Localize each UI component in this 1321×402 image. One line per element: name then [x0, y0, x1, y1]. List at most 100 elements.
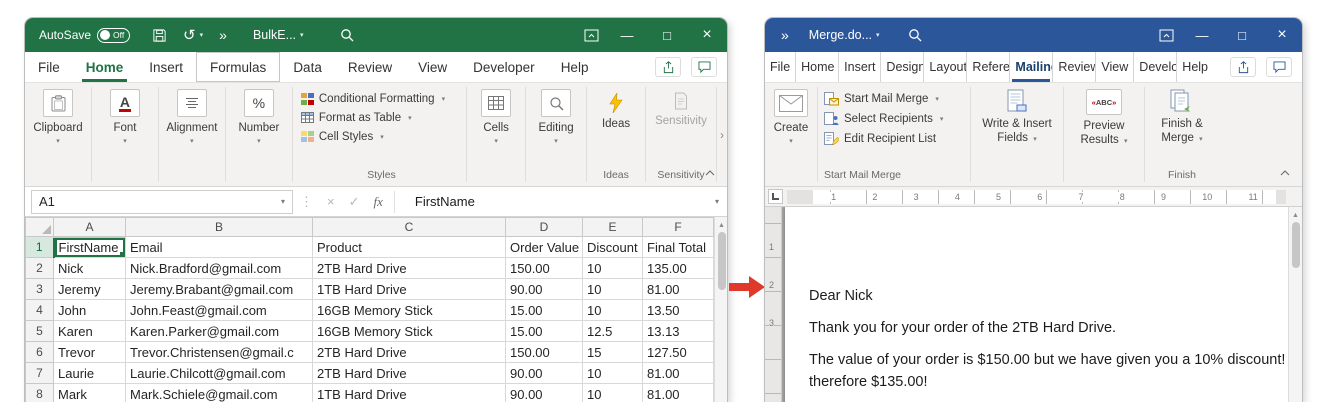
tab-review[interactable]: Review — [1052, 52, 1095, 82]
cell[interactable]: Karen — [54, 321, 126, 342]
tab-insert[interactable]: Insert — [136, 52, 196, 82]
row-header-2[interactable]: 2 — [26, 258, 54, 279]
cell[interactable]: 1TB Hard Drive — [313, 384, 506, 402]
cell[interactable]: Mark.Schiele@gmail.com — [126, 384, 313, 402]
ribbon-overflow-button[interactable]: › — [717, 128, 727, 142]
tab-developer[interactable]: Developer — [460, 52, 548, 82]
cell[interactable]: Jeremy.Brabant@gmail.com — [126, 279, 313, 300]
tab-insert[interactable]: Insert — [838, 52, 880, 82]
finish-merge-button[interactable]: Finish & Merge ▾ — [1149, 89, 1215, 146]
quick-access-more-button[interactable]: » — [211, 18, 235, 52]
cell[interactable]: 81.00 — [643, 384, 714, 402]
cell[interactable]: Karen.Parker@gmail.com — [126, 321, 313, 342]
row-header-7[interactable]: 7 — [26, 363, 54, 384]
cell[interactable]: 10 — [583, 300, 643, 321]
cell[interactable]: 90.00 — [506, 384, 583, 402]
tab-design[interactable]: Design — [880, 52, 923, 82]
cell[interactable]: Laurie — [54, 363, 126, 384]
tab-help[interactable]: Help — [1176, 52, 1213, 82]
cell[interactable]: Trevor — [54, 342, 126, 363]
cell[interactable]: 127.50 — [643, 342, 714, 363]
cell[interactable]: Mark — [54, 384, 126, 402]
collapse-ribbon-button[interactable] — [701, 166, 719, 180]
tab-stop-selector-button[interactable] — [768, 189, 783, 204]
cell[interactable]: 10 — [583, 279, 643, 300]
horizontal-ruler[interactable]: 1 2 3 4 5 6 7 8 9 10 11 — [765, 187, 1302, 207]
maximize-button[interactable]: □ — [647, 18, 687, 52]
cell[interactable]: 150.00 — [506, 258, 583, 279]
cell-d1[interactable]: Order Value — [506, 237, 583, 258]
scrollbar-thumb[interactable] — [718, 232, 726, 290]
tab-review[interactable]: Review — [335, 52, 405, 82]
create-button[interactable]: Create ▾ — [767, 89, 815, 145]
ribbon-display-options-button[interactable] — [576, 18, 607, 52]
cell[interactable]: 1TB Hard Drive — [313, 279, 506, 300]
cell[interactable]: John — [54, 300, 126, 321]
quick-access-more-button[interactable]: » — [773, 18, 797, 52]
select-all-button[interactable] — [26, 218, 54, 237]
cell[interactable]: 13.13 — [643, 321, 714, 342]
tab-view[interactable]: View — [1095, 52, 1133, 82]
conditional-formatting-button[interactable]: Conditional Formatting ▾ — [301, 89, 445, 108]
cell[interactable]: Laurie.Chilcott@gmail.com — [126, 363, 313, 384]
ribbon-display-options-button[interactable] — [1151, 18, 1182, 52]
column-header-d[interactable]: D — [506, 218, 583, 237]
maximize-button[interactable]: □ — [1222, 18, 1262, 52]
document-title[interactable]: Merge.do... ▾ — [809, 28, 880, 42]
tab-file[interactable]: File — [765, 52, 795, 82]
cell[interactable]: 90.00 — [506, 363, 583, 384]
cells-button[interactable]: Cells ▾ — [471, 89, 521, 145]
write-insert-fields-button[interactable]: Write & Insert Fields ▾ — [975, 89, 1059, 146]
tab-formulas[interactable]: Formulas — [196, 52, 280, 82]
cell[interactable]: 16GB Memory Stick — [313, 300, 506, 321]
close-button[interactable]: × — [687, 18, 727, 52]
share-button[interactable] — [1230, 57, 1256, 77]
tab-references[interactable]: References — [966, 52, 1009, 82]
cell[interactable]: Nick — [54, 258, 126, 279]
cell[interactable]: 81.00 — [643, 279, 714, 300]
row-header-6[interactable]: 6 — [26, 342, 54, 363]
cell[interactable]: 15 — [583, 342, 643, 363]
row-header-3[interactable]: 3 — [26, 279, 54, 300]
minimize-button[interactable]: — — [1182, 18, 1222, 52]
format-as-table-button[interactable]: Format as Table ▾ — [301, 108, 412, 127]
cancel-entry-button[interactable]: × — [320, 194, 342, 209]
tab-data[interactable]: Data — [280, 52, 335, 82]
minimize-button[interactable]: — — [607, 18, 647, 52]
name-box[interactable]: A1 ▾ — [31, 190, 293, 214]
cell[interactable]: 135.00 — [643, 258, 714, 279]
cell[interactable]: 10 — [583, 258, 643, 279]
ideas-button[interactable]: Ideas — [589, 89, 643, 130]
cell[interactable]: Jeremy — [54, 279, 126, 300]
cell-c1[interactable]: Product — [313, 237, 506, 258]
autosave-toggle[interactable]: AutoSave Off — [39, 28, 130, 43]
tab-home[interactable]: Home — [73, 52, 137, 82]
tab-layout[interactable]: Layout — [923, 52, 966, 82]
cell[interactable]: 2TB Hard Drive — [313, 363, 506, 384]
cell-e1[interactable]: Discount — [583, 237, 643, 258]
row-header-8[interactable]: 8 — [26, 384, 54, 402]
column-header-c[interactable]: C — [313, 218, 506, 237]
insert-function-button[interactable]: fx — [367, 194, 390, 210]
column-header-f[interactable]: F — [643, 218, 714, 237]
cell[interactable]: 90.00 — [506, 279, 583, 300]
start-mail-merge-button[interactable]: Start Mail Merge ▾ — [824, 89, 939, 109]
search-button[interactable] — [900, 18, 930, 52]
column-header-e[interactable]: E — [583, 218, 643, 237]
cell[interactable]: John.Feast@gmail.com — [126, 300, 313, 321]
row-header-5[interactable]: 5 — [26, 321, 54, 342]
comments-button[interactable] — [1266, 57, 1292, 77]
cell[interactable]: 2TB Hard Drive — [313, 258, 506, 279]
font-button[interactable]: A Font ▾ — [96, 89, 154, 145]
word-vertical-scrollbar[interactable]: ▲ — [1288, 207, 1302, 402]
tab-view[interactable]: View — [405, 52, 460, 82]
row-header-4[interactable]: 4 — [26, 300, 54, 321]
cell[interactable]: 150.00 — [506, 342, 583, 363]
column-header-b[interactable]: B — [126, 218, 313, 237]
cell[interactable]: 81.00 — [643, 363, 714, 384]
select-recipients-button[interactable]: Select Recipients ▾ — [824, 109, 943, 129]
cell[interactable]: 15.00 — [506, 300, 583, 321]
save-button[interactable] — [144, 18, 175, 52]
tab-developer[interactable]: Developer — [1133, 52, 1176, 82]
cell[interactable]: Nick.Bradford@gmail.com — [126, 258, 313, 279]
